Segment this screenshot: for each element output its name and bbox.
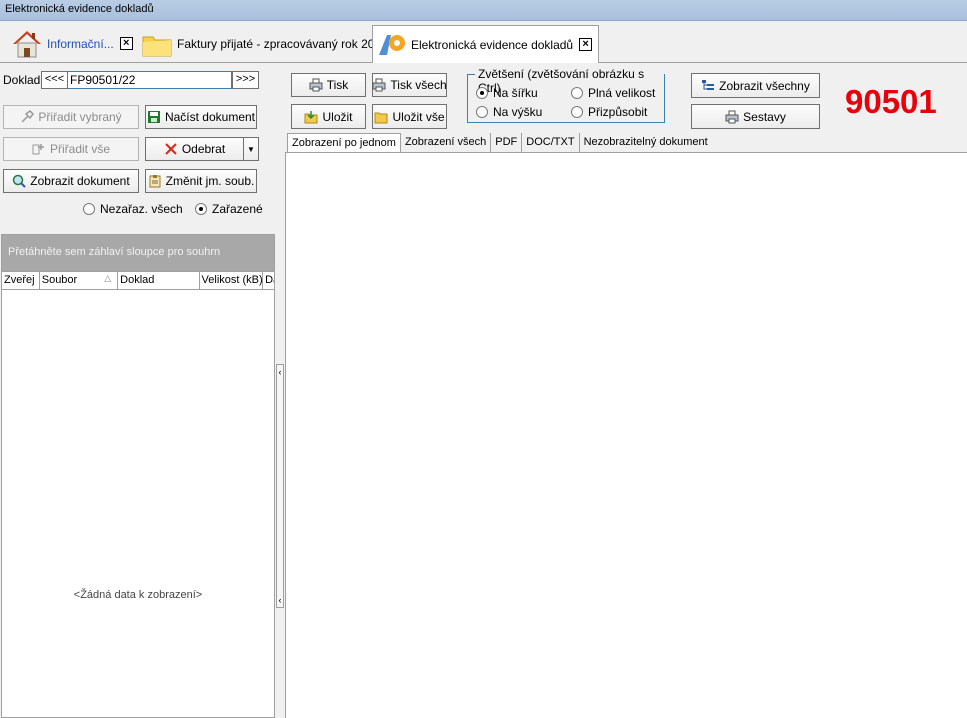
- load-document-button[interactable]: Načíst dokument: [145, 105, 257, 129]
- home-icon: [11, 28, 43, 60]
- tab-view-single[interactable]: Zobrazení po jednom: [287, 133, 401, 152]
- radio-indicator: [83, 203, 95, 215]
- column-header-velikost[interactable]: Velikost (kB): [200, 272, 264, 289]
- column-header-soubor[interactable]: Soubor △: [40, 272, 119, 289]
- folder-icon: [141, 28, 173, 60]
- printer-icon: [725, 110, 739, 124]
- assign-selected-label: Přiřadit vybraný: [38, 110, 122, 124]
- assign-all-label: Přiřadit vše: [49, 142, 111, 156]
- remove-x-icon: [164, 142, 178, 156]
- save-disk-icon: [147, 110, 161, 124]
- print-all-label: Tisk všech: [390, 78, 447, 92]
- splitter-handle[interactable]: ‹ ‹: [276, 364, 284, 608]
- rename-file-label: Změnit jm. soub.: [165, 174, 255, 188]
- save-all-label: Uložit vše: [392, 109, 445, 124]
- load-document-label: Načíst dokument: [164, 110, 256, 124]
- save-button[interactable]: Uložit: [291, 104, 366, 129]
- grid-empty-message: <Žádná data k zobrazení>: [73, 589, 203, 601]
- doklad-label: Doklad: [3, 73, 41, 87]
- close-icon[interactable]: ×: [579, 38, 593, 51]
- documents-grid: Přetáhněte sem záhlaví sloupce pro souhr…: [1, 234, 275, 718]
- reports-label: Sestavy: [743, 109, 786, 124]
- zoom-fit-width-label: Na šířku: [493, 86, 538, 100]
- show-document-button[interactable]: Zobrazit dokument: [3, 169, 139, 193]
- tab-undisplayable[interactable]: Nezobrazitelný dokument: [580, 133, 712, 152]
- tab-label: Faktury přijaté - zpracovávaný rok 2022: [177, 36, 388, 51]
- group-by-area[interactable]: Přetáhněte sem záhlaví sloupce pro souhr…: [2, 235, 274, 271]
- close-icon[interactable]: ×: [119, 37, 133, 50]
- column-header-zverej[interactable]: Zveřej: [2, 272, 40, 289]
- tab-doc-txt[interactable]: DOC/TXT: [522, 133, 580, 152]
- assign-selected-button[interactable]: Přiřadit vybraný: [3, 105, 139, 129]
- assign-all-icon: [32, 142, 46, 156]
- chevron-down-icon: ▼: [247, 144, 255, 154]
- tab-view-all[interactable]: Zobrazení všech: [401, 133, 492, 152]
- zoom-fit-label: Přizpůsobit: [588, 105, 648, 119]
- previous-document-button[interactable]: <<<: [41, 71, 68, 89]
- chevron-left-icon: ‹: [278, 367, 282, 377]
- filter-unassigned-label: Nezařaz. všech: [100, 202, 183, 216]
- column-header-da[interactable]: Da: [263, 272, 274, 289]
- zoom-fit-height-radio[interactable]: Na výšku: [476, 105, 542, 119]
- column-header-doklad[interactable]: Doklad: [118, 272, 200, 289]
- tab-label: Elektronická evidence dokladů: [411, 37, 574, 52]
- tab-label: Informační...: [47, 36, 114, 51]
- tab-pdf[interactable]: PDF: [491, 133, 523, 152]
- save-all-button[interactable]: Uložit vše: [372, 104, 447, 129]
- doklad-input[interactable]: FP90501/22: [67, 71, 232, 89]
- show-all-button[interactable]: Zobrazit všechny: [691, 73, 820, 98]
- zoom-full-size-radio[interactable]: Plná velikost: [571, 86, 655, 100]
- radio-indicator: [571, 87, 583, 99]
- document-tabstrip: Informační... × Faktury přijaté - zpraco…: [0, 21, 967, 63]
- show-document-label: Zobrazit dokument: [30, 174, 130, 188]
- remove-label: Odebrat: [181, 142, 226, 156]
- document-number: 90501: [845, 83, 937, 120]
- document-viewer[interactable]: [285, 152, 967, 718]
- tree-list-icon: [701, 79, 715, 93]
- print-label: Tisk: [326, 78, 349, 92]
- evidence-icon: [375, 29, 407, 61]
- tab-informacni[interactable]: Informační... ×: [4, 25, 134, 62]
- printer-icon: [372, 78, 386, 92]
- zoom-fit-height-label: Na výšku: [493, 105, 543, 119]
- chevron-left-icon: ‹: [278, 595, 282, 605]
- print-all-button[interactable]: Tisk všech: [372, 73, 447, 97]
- assign-all-button[interactable]: Přiřadit vše: [3, 137, 139, 161]
- assign-icon: [20, 110, 35, 124]
- radio-indicator: [476, 87, 488, 99]
- zoom-fit-width-radio[interactable]: Na šířku: [476, 86, 538, 100]
- remove-dropdown-button[interactable]: ▼: [243, 137, 259, 161]
- clipboard-icon: [148, 174, 162, 188]
- filter-assigned-radio[interactable]: Zařazené: [195, 202, 263, 216]
- remove-button[interactable]: Odebrat: [145, 137, 244, 161]
- filter-assigned-label: Zařazené: [212, 202, 263, 216]
- tab-elektronicka-evidence[interactable]: Elektronická evidence dokladů ×: [372, 25, 600, 63]
- column-header-label: Soubor: [41, 274, 78, 286]
- save-label: Uložit: [322, 109, 353, 124]
- radio-indicator: [195, 203, 207, 215]
- tab-faktury-prijate[interactable]: Faktury přijaté - zpracovávaný rok 2022: [134, 25, 389, 62]
- filter-unassigned-radio[interactable]: Nezařaz. všech: [83, 202, 183, 216]
- radio-indicator: [476, 106, 488, 118]
- reports-button[interactable]: Sestavy: [691, 104, 820, 129]
- grid-header: Zveřej Soubor △ Doklad Velikost (kB) Da: [2, 271, 274, 290]
- printer-icon: [309, 78, 323, 92]
- zoom-fit-radio[interactable]: Přizpůsobit: [571, 105, 647, 119]
- sort-ascending-icon: △: [104, 273, 112, 283]
- print-button[interactable]: Tisk: [291, 73, 366, 97]
- show-all-label: Zobrazit všechny: [719, 78, 810, 93]
- zoom-full-size-label: Plná velikost: [588, 86, 656, 100]
- magnifier-icon: [12, 174, 27, 188]
- panel-splitter[interactable]: ‹ ‹: [275, 234, 285, 718]
- folder-icon: [374, 110, 388, 124]
- rename-file-button[interactable]: Změnit jm. soub.: [145, 169, 257, 193]
- next-document-button[interactable]: >>>: [232, 71, 259, 89]
- radio-indicator: [571, 106, 583, 118]
- window-title: Elektronická evidence dokladů: [0, 0, 967, 21]
- view-tabs: Zobrazení po jednom Zobrazení všech PDF …: [287, 133, 712, 152]
- save-folder-icon: [304, 110, 318, 124]
